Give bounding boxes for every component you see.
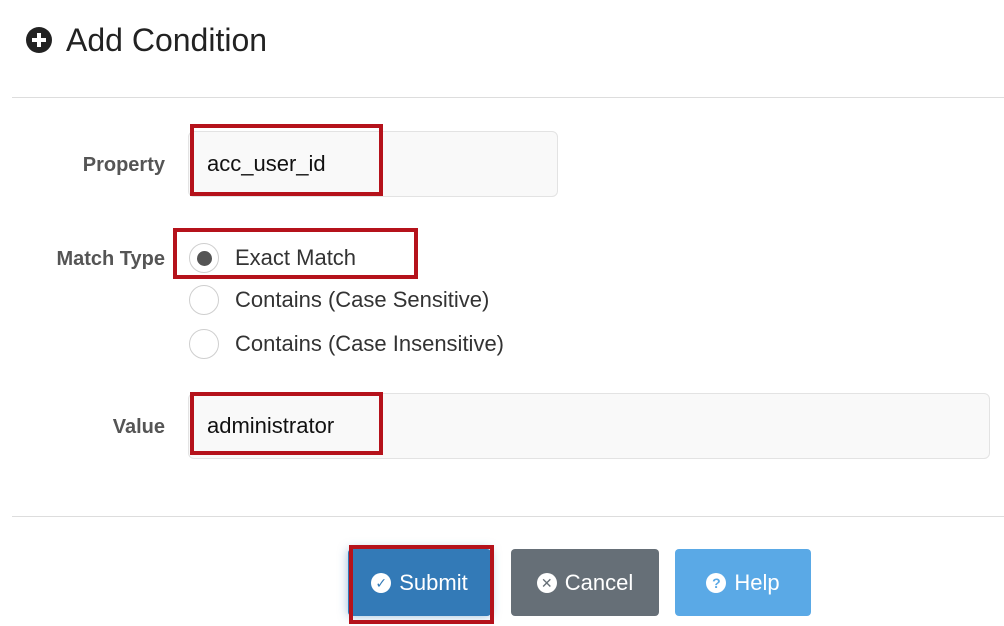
- property-value: acc_user_id: [207, 151, 326, 176]
- plus-circle-icon: [26, 27, 52, 53]
- radio-button-checked[interactable]: [189, 243, 219, 273]
- help-label: Help: [734, 569, 780, 595]
- footer-divider: [12, 516, 1004, 517]
- value-value: administrator: [207, 413, 335, 438]
- match-type-label: Match Type: [56, 248, 165, 270]
- dialog-title: Add Condition: [26, 22, 267, 58]
- radio-contains-case-sensitive[interactable]: Contains (Case Sensitive): [189, 285, 489, 315]
- dialog-header: Add Condition: [12, 0, 1004, 98]
- cancel-label: Cancel: [564, 569, 634, 595]
- help-button[interactable]: ? Help: [675, 549, 811, 616]
- value-input[interactable]: administrator: [188, 393, 990, 459]
- radio-exact-match[interactable]: Exact Match: [189, 243, 356, 273]
- value-label: Value: [112, 416, 165, 438]
- times-circle-icon: ✕: [536, 572, 557, 593]
- submit-label: Submit: [399, 569, 468, 595]
- radio-button[interactable]: [189, 329, 219, 359]
- question-circle-icon: ?: [706, 572, 727, 593]
- radio-contains-case-insensitive[interactable]: Contains (Case Insensitive): [189, 329, 504, 359]
- cancel-button[interactable]: ✕ Cancel: [511, 549, 659, 616]
- property-input[interactable]: acc_user_id: [188, 131, 558, 197]
- radio-label-contains-case-sensitive: Contains (Case Sensitive): [235, 287, 490, 312]
- radio-label-contains-case-insensitive: Contains (Case Insensitive): [235, 331, 505, 356]
- add-condition-dialog: Add Condition Property acc_user_id Match…: [0, 0, 1004, 626]
- dialog-title-text: Add Condition: [66, 22, 268, 58]
- property-label: Property: [82, 154, 165, 176]
- radio-label-exact-match: Exact Match: [235, 245, 357, 270]
- submit-button[interactable]: ✓ Submit: [348, 549, 491, 616]
- radio-button[interactable]: [189, 285, 219, 315]
- check-circle-icon: ✓: [371, 572, 392, 593]
